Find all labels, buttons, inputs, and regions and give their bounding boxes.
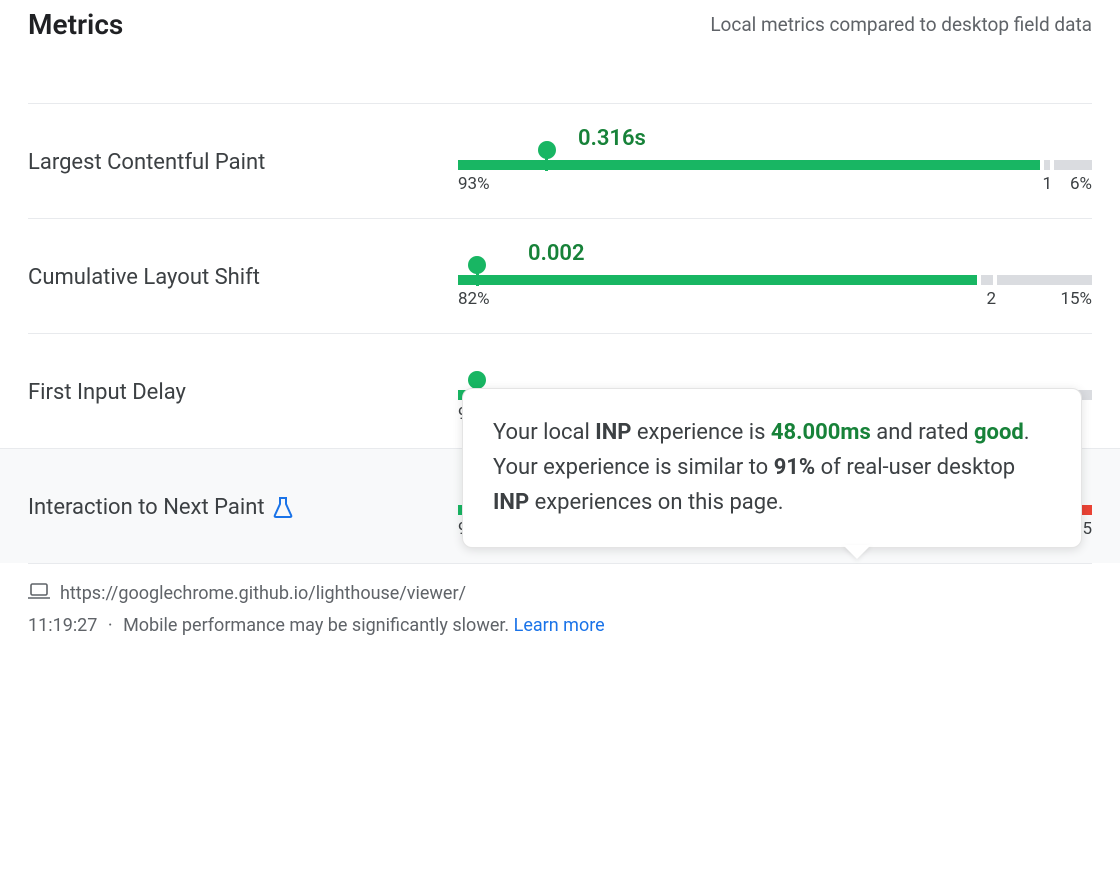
- flask-icon: [273, 496, 293, 518]
- bar-label-poor: 15%: [1060, 289, 1092, 309]
- metric-marker-cls: [468, 256, 486, 286]
- metric-lcp[interactable]: Largest Contentful Paint 0.316s 93% 1 6%: [28, 103, 1092, 218]
- metric-name-fid: First Input Delay: [28, 380, 458, 405]
- metric-value-cls: 0.002: [528, 241, 585, 266]
- bar-label-good: 93%: [458, 174, 490, 194]
- bar-label-poor: 5: [1082, 519, 1092, 539]
- metric-cls[interactable]: Cumulative Layout Shift 0.002 82% 2 15%: [28, 218, 1092, 333]
- page-subtitle: Local metrics compared to desktop field …: [710, 13, 1092, 36]
- bar-label-poor: 6%: [1070, 174, 1092, 194]
- metric-value-lcp: 0.316s: [578, 126, 646, 151]
- metric-name-lcp: Largest Contentful Paint: [28, 150, 458, 175]
- footer-status-row: 11:19:27 · Mobile performance may be sig…: [28, 615, 1092, 636]
- learn-more-link[interactable]: Learn more: [514, 615, 605, 636]
- bar-label-improve: 2: [986, 289, 996, 309]
- metric-name-inp: Interaction to Next Paint: [28, 495, 458, 520]
- metrics-header: Metrics Local metrics compared to deskto…: [28, 8, 1092, 41]
- laptop-icon: [28, 582, 50, 605]
- bar-label-good: 82%: [458, 289, 490, 309]
- page-title: Metrics: [28, 8, 123, 41]
- metric-chart-cls: 0.002 82% 2 15%: [458, 239, 1092, 315]
- footer: https://googlechrome.github.io/lighthous…: [28, 563, 1092, 636]
- inp-tooltip: Your local INP experience is 48.000ms an…: [462, 388, 1082, 548]
- footer-url: https://googlechrome.github.io/lighthous…: [60, 583, 466, 604]
- metric-name-cls: Cumulative Layout Shift: [28, 265, 458, 290]
- metric-chart-lcp: 0.316s 93% 1 6%: [458, 124, 1092, 200]
- footer-url-row: https://googlechrome.github.io/lighthous…: [28, 582, 1092, 605]
- metric-marker-lcp: [538, 141, 556, 171]
- footer-status: Mobile performance may be significantly …: [123, 615, 509, 636]
- tooltip-arrow-icon: [843, 545, 871, 559]
- bar-label-improve: 1: [1042, 174, 1052, 194]
- distribution-bar-cls: [458, 275, 1092, 285]
- footer-time: 11:19:27: [28, 615, 97, 636]
